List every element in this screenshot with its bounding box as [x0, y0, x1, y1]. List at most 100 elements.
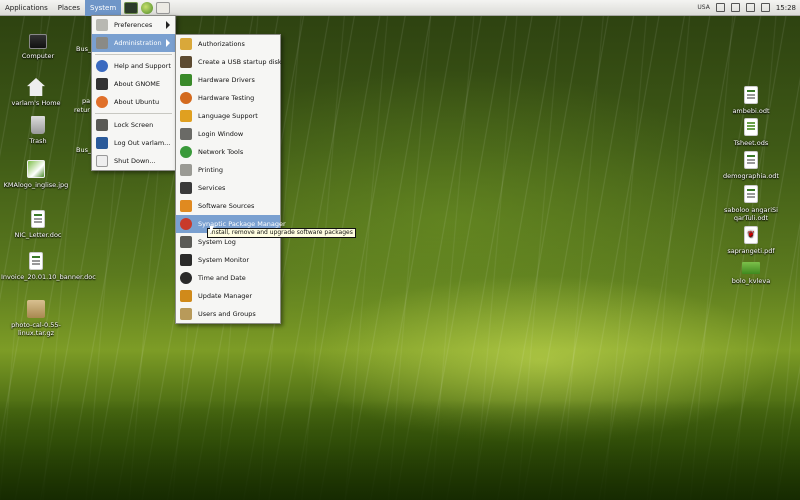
system-log-icon [180, 236, 192, 248]
menu-separator [95, 113, 172, 114]
menu-item-label: Users and Groups [198, 310, 256, 318]
document-icon [744, 151, 758, 169]
system-dropdown-menu: Preferences Administration Help and Supp… [91, 15, 176, 171]
menu-item-about-gnome[interactable]: About GNOME [92, 75, 175, 93]
desktop-icon-label: varlam's Home [11, 99, 61, 107]
menu-item-preferences[interactable]: Preferences [92, 16, 175, 34]
tooltip: Install, remove and upgrade software pac… [207, 228, 356, 238]
menu-item-lock-screen[interactable]: Lock Screen [92, 116, 175, 134]
menu-item-shut-down[interactable]: Shut Down... [92, 152, 175, 170]
menu-item-label: About GNOME [114, 80, 161, 88]
menu-item-update-manager[interactable]: Update Manager [176, 287, 280, 305]
menu-item-label: Network Tools [198, 148, 244, 156]
menu-item-label: Hardware Testing [198, 94, 255, 102]
document-icon [744, 86, 758, 104]
terminal-launcher-icon[interactable] [124, 1, 139, 14]
menu-item-label: About Ubuntu [114, 98, 160, 106]
desktop-icon-label: NIC_Letter.doc [14, 231, 62, 239]
desktop-icon-label: KMAlogo_inglise.jpg [3, 181, 69, 189]
desktop-icon-label: bolo_kvleva [731, 277, 771, 285]
menu-item-login-window[interactable]: Login Window [176, 125, 280, 143]
gnome-foot-icon [96, 78, 108, 90]
network-tools-icon [180, 146, 192, 158]
places-menu[interactable]: Places [53, 0, 85, 16]
menu-item-label: Hardware Drivers [198, 76, 255, 84]
software-sources-icon [180, 200, 192, 212]
menu-item-printing[interactable]: Printing [176, 161, 280, 179]
mail-indicator-icon[interactable] [730, 3, 740, 12]
menu-item-create-usb-startup-disk[interactable]: Create a USB startup disk [176, 53, 282, 71]
menu-item-label: Language Support [198, 112, 258, 120]
users-and-groups-icon [180, 308, 192, 320]
desktop-label-fragment: retur [74, 106, 90, 114]
menu-item-hardware-testing[interactable]: Hardware Testing [176, 89, 280, 107]
clock[interactable]: 15:28 [776, 4, 796, 12]
menu-item-system-monitor[interactable]: System Monitor [176, 251, 280, 269]
desktop-icon-saboloo[interactable]: saboloo angariSi qarTuli.odt [716, 185, 786, 222]
desktop-icon-label: Computer [21, 52, 55, 60]
desktop-icon-home[interactable]: varlam's Home [1, 78, 71, 107]
volume-icon[interactable] [745, 3, 755, 12]
menu-item-label: Preferences [114, 21, 153, 29]
menu-item-label: Shut Down... [114, 157, 156, 165]
desktop-icon-invoice[interactable]: Invoice_20.01.10_banner.doc [1, 252, 96, 281]
authorizations-icon [180, 38, 192, 50]
image-file-icon [27, 160, 45, 178]
update-manager-icon [180, 290, 192, 302]
document-icon [31, 210, 45, 228]
desktop-icon-nic-letter[interactable]: NIC_Letter.doc [3, 210, 73, 239]
log-out-icon [96, 137, 108, 149]
system-monitor-icon [180, 254, 192, 266]
desktop-icon-kmalogo[interactable]: KMAlogo_inglise.jpg [1, 160, 71, 189]
web-browser-launcher-icon[interactable] [141, 1, 154, 14]
desktop-icon-saprangeti[interactable]: ❦ saprangeti.pdf [716, 226, 786, 255]
menu-item-label: Printing [198, 166, 224, 174]
panel-tray: USA 15:28 [697, 3, 800, 12]
printer-icon [180, 164, 192, 176]
menu-item-label: Time and Date [198, 274, 246, 282]
keyboard-layout-indicator[interactable]: USA [697, 4, 709, 11]
menu-item-about-ubuntu[interactable]: About Ubuntu [92, 93, 175, 111]
menu-item-language-support[interactable]: Language Support [176, 107, 280, 125]
document-icon [29, 252, 43, 270]
mail-launcher-icon[interactable] [156, 1, 171, 14]
menu-item-network-tools[interactable]: Network Tools [176, 143, 280, 161]
menu-item-time-and-date[interactable]: Time and Date [176, 269, 280, 287]
desktop-icon-computer[interactable]: Computer [3, 34, 73, 60]
menu-item-hardware-drivers[interactable]: Hardware Drivers [176, 71, 280, 89]
desktop-icon-ambebi[interactable]: ambebi.odt [716, 86, 786, 115]
menu-item-log-out[interactable]: Log Out varlam... [92, 134, 175, 152]
menu-item-software-sources[interactable]: Software Sources [176, 197, 280, 215]
desktop-icon-bolo-kvleva[interactable]: bolo_kvleva [716, 258, 786, 285]
menu-item-label: Administration [114, 39, 162, 47]
synaptic-icon [180, 218, 192, 230]
desktop-icon-demographia[interactable]: demographia.odt [716, 151, 786, 180]
desktop-icon-trash[interactable]: Trash [3, 116, 73, 145]
menu-item-administration[interactable]: Administration [92, 34, 175, 52]
usb-disk-icon [180, 56, 192, 68]
menu-item-users-and-groups[interactable]: Users and Groups [176, 305, 280, 323]
language-support-icon [180, 110, 192, 122]
desktop-icon-tsheet[interactable]: Tsheet.ods [716, 118, 786, 147]
menu-item-services[interactable]: Services [176, 179, 280, 197]
shut-down-icon [96, 155, 108, 167]
menu-item-label: System Log [198, 238, 236, 246]
menu-item-label: Software Sources [198, 202, 255, 210]
menu-item-authorizations[interactable]: Authorizations [176, 35, 280, 53]
applications-menu[interactable]: Applications [0, 0, 53, 16]
pdf-icon: ❦ [744, 226, 758, 244]
desktop-icon-photo-cal[interactable]: photo-cal-0.55-linux.tar.gz [1, 300, 71, 337]
menu-item-help-and-support[interactable]: Help and Support [92, 57, 175, 75]
network-icon[interactable] [715, 3, 725, 12]
trash-icon [31, 116, 45, 134]
administration-submenu: Authorizations Create a USB startup disk… [175, 34, 286, 324]
power-icon[interactable] [760, 3, 770, 12]
submenu-arrow-icon [166, 21, 170, 29]
desktop-label-fragment: Bus_ [76, 45, 92, 53]
document-icon [744, 185, 758, 203]
system-menu[interactable]: System [85, 0, 122, 16]
hardware-testing-icon [180, 92, 192, 104]
desktop-icon-label: Trash [29, 137, 47, 145]
menu-item-label: Create a USB startup disk [198, 58, 282, 66]
archive-icon [27, 300, 45, 318]
